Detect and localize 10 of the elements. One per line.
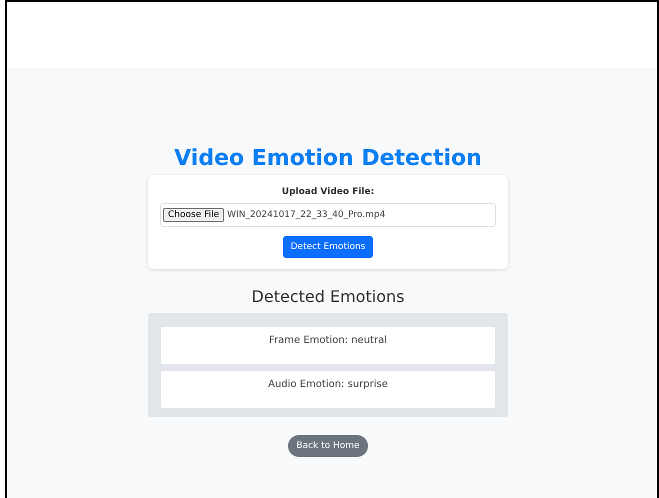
page-title: Video Emotion Detection	[174, 146, 482, 171]
results-heading: Detected Emotions	[252, 287, 404, 306]
result-item: Audio Emotion: surprise	[161, 371, 495, 408]
upload-label: Upload Video File:	[282, 187, 374, 197]
detect-emotions-button[interactable]: Detect Emotions	[282, 236, 374, 258]
file-input-field[interactable]: Choose File WIN_20241017_22_33_40_Pro.mp4	[160, 203, 496, 227]
back-to-home-button[interactable]: Back to Home	[288, 435, 368, 457]
choose-file-button[interactable]: Choose File	[163, 208, 224, 222]
file-name: WIN_20241017_22_33_40_Pro.mp4	[227, 210, 386, 220]
result-item: Frame Emotion: neutral	[161, 327, 495, 364]
